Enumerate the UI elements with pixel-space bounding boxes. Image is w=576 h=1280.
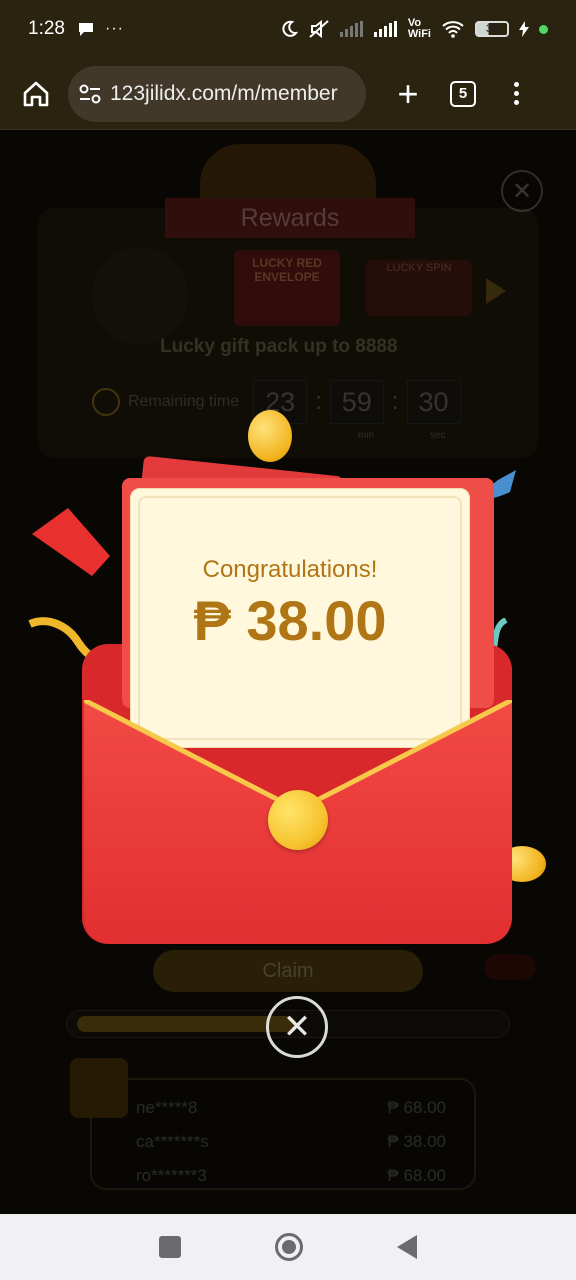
charging-icon [519, 21, 529, 37]
coin-icon [248, 410, 292, 462]
congratulations-text: Congratulations! [202, 556, 378, 583]
home-button[interactable] [16, 74, 56, 114]
envelope-seal[interactable] [268, 790, 328, 850]
tab-switcher-button[interactable]: 5 [450, 80, 476, 107]
chat-notification-icon [78, 23, 93, 36]
new-tab-button[interactable]: + [388, 75, 428, 112]
more-notifications-icon: ··· [104, 20, 124, 37]
site-settings-icon[interactable] [78, 83, 102, 105]
signal-icon [339, 21, 363, 37]
system-nav-bar [0, 1214, 576, 1280]
home-nav-button[interactable] [275, 1233, 303, 1261]
battery-icon: 39 [475, 21, 509, 37]
address-bar[interactable]: 123jilidx.com/m/member [68, 65, 366, 122]
prize-amount: ₱ 38.00 [193, 589, 387, 652]
mute-icon [309, 19, 329, 39]
wifi-icon [442, 21, 464, 38]
back-button[interactable] [397, 1235, 417, 1259]
recents-button[interactable] [159, 1236, 181, 1258]
home-icon [23, 81, 49, 106]
close-popup-button[interactable]: ✕ [266, 996, 328, 1058]
browser-toolbar: 123jilidx.com/m/member + 5 [0, 58, 576, 130]
status-bar: 1:28 ··· Vo WiFi 39 [0, 0, 576, 58]
url-text: 123jilidx.com/m/member [110, 81, 338, 105]
vowifi-icon: Vo WiFi [407, 17, 431, 40]
browser-menu-button[interactable] [514, 82, 519, 105]
status-time: 1:28 [28, 18, 65, 39]
moon-icon [282, 20, 298, 37]
privacy-indicator [539, 24, 548, 34]
signal-icon-2 [373, 21, 397, 37]
confetti-red-icon [32, 508, 110, 576]
